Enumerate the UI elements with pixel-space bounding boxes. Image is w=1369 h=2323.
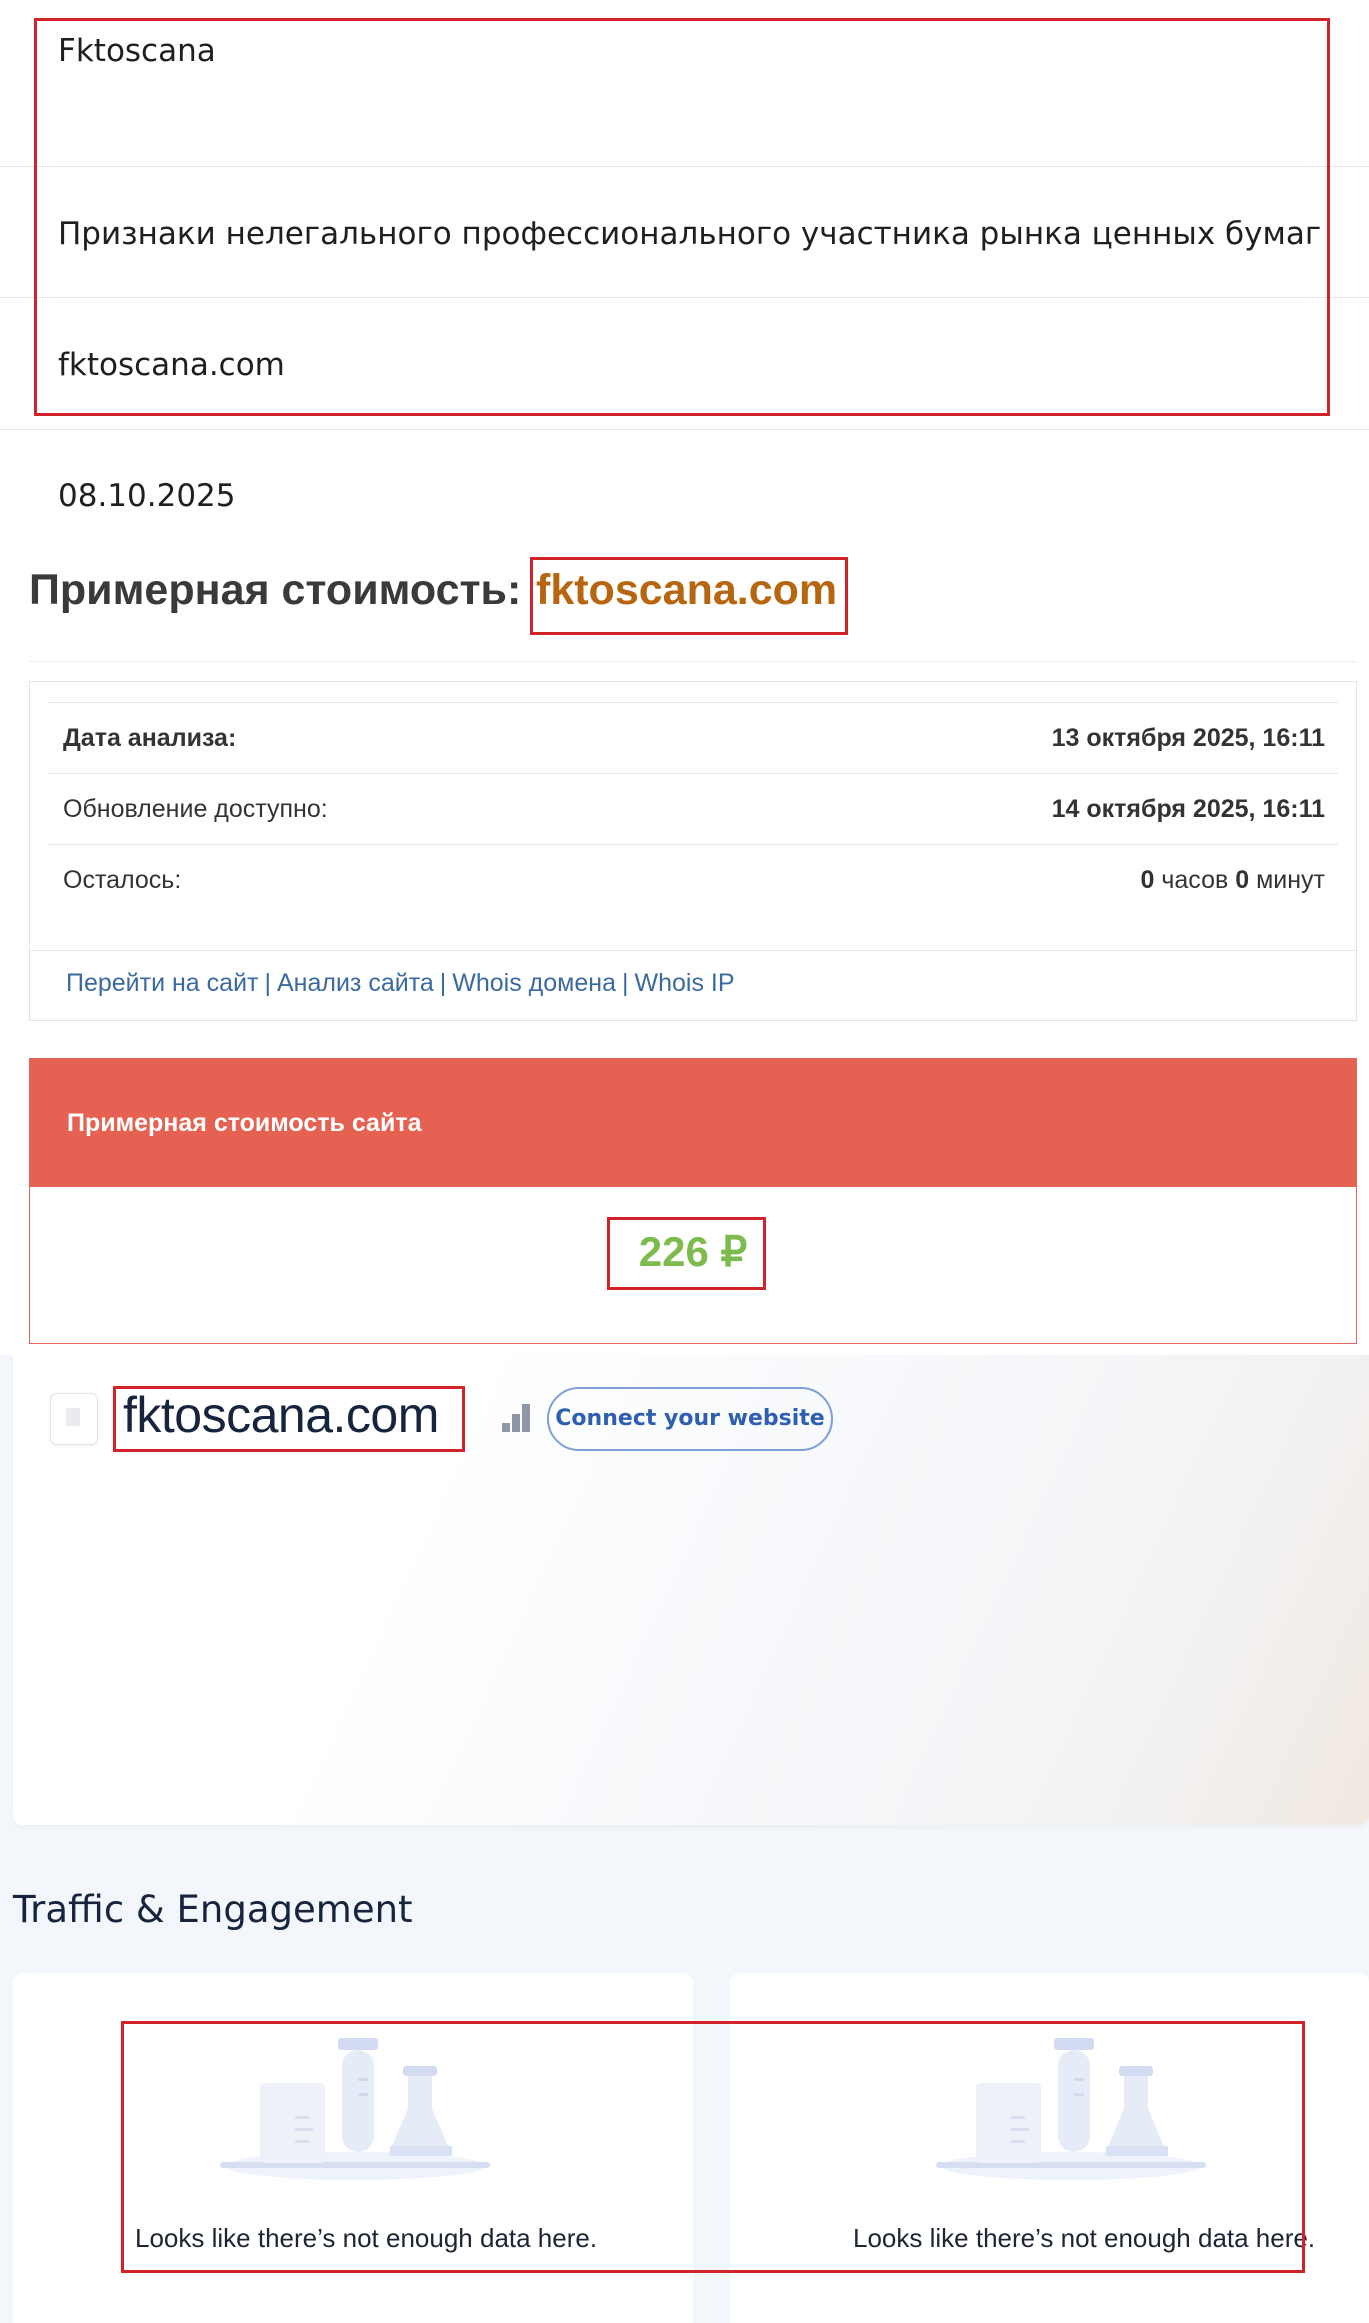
- rank-bars-icon: [502, 1404, 532, 1432]
- highlight-box-empty-data: [121, 2021, 1305, 2273]
- analysis-date-label: Дата анализа:: [63, 724, 237, 752]
- page-title: Примерная стоимость:: [29, 566, 522, 614]
- report-date: 08.10.2025: [58, 478, 236, 514]
- link-separator: |: [264, 969, 271, 997]
- connect-website-button[interactable]: Connect your website: [547, 1387, 833, 1451]
- divider: [48, 773, 1338, 774]
- highlight-box-info: [34, 18, 1330, 416]
- update-available-value: 14 октября 2025, 16:11: [1051, 795, 1325, 823]
- link-whois-ip[interactable]: Whois IP: [634, 969, 734, 997]
- highlight-box-price: [607, 1217, 766, 1290]
- link-go-to-site[interactable]: Перейти на сайт: [66, 969, 258, 997]
- divider: [48, 702, 1338, 703]
- site-value-header: Примерная стоимость сайта: [30, 1059, 1356, 1187]
- traffic-section-title: Traffic & Engagement: [13, 1888, 413, 1931]
- site-value-panel: Примерная стоимость сайта 226 ₽: [29, 1058, 1357, 1344]
- link-separator: |: [621, 969, 629, 997]
- divider: [0, 429, 1369, 430]
- divider: [30, 950, 1356, 951]
- link-site-analysis[interactable]: Анализ сайта: [277, 969, 434, 997]
- highlight-box-overview-domain: [113, 1386, 465, 1452]
- analysis-date-value: 13 октября 2025, 16:11: [1051, 724, 1325, 752]
- update-available-label: Обновление доступно:: [63, 795, 328, 823]
- link-whois-domain[interactable]: Whois домена: [452, 969, 616, 997]
- highlight-box-title-domain: [530, 557, 848, 635]
- divider: [48, 844, 1338, 845]
- time-left-value: 0 часов 0 минут: [1140, 866, 1326, 894]
- divider: [29, 661, 1357, 662]
- favicon-icon: [50, 1393, 98, 1445]
- time-left-label: Осталось:: [63, 866, 182, 894]
- link-separator: |: [439, 969, 447, 997]
- site-value-title: Примерная стоимость сайта: [67, 1109, 422, 1137]
- card-links: Перейти на сайт | Анализ сайта | Whois домен…: [66, 969, 735, 998]
- analysis-card: Дата анализа: 13 октября 2025, 16:11 Обн…: [29, 681, 1357, 1021]
